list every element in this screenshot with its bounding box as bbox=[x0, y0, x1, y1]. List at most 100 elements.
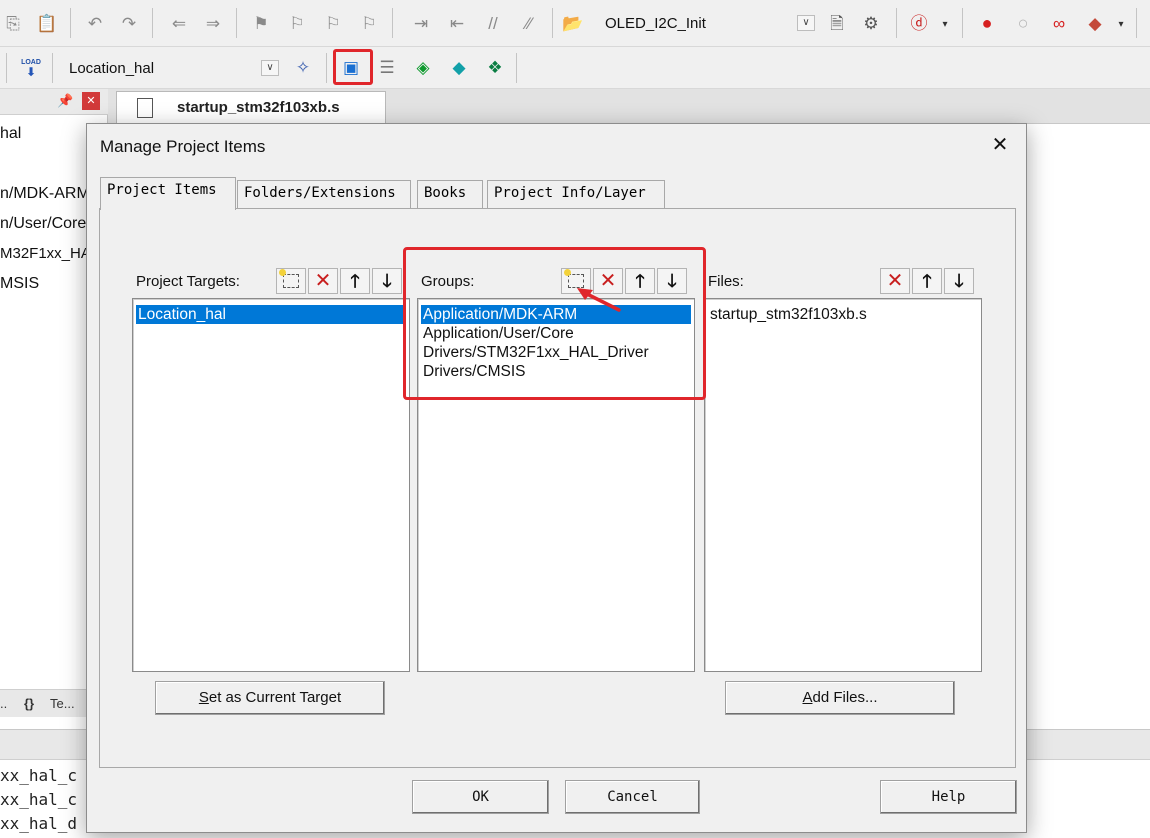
paste-icon[interactable]: 📋 bbox=[36, 12, 58, 34]
tree-item[interactable]: n/MDK-ARM bbox=[0, 185, 90, 203]
options-for-target-icon[interactable]: ✧ bbox=[292, 56, 314, 78]
toolbar-separator bbox=[326, 53, 327, 83]
set-as-current-target-button[interactable]: Set as Current Target bbox=[155, 681, 385, 715]
move-up-button[interactable]: 🡑 bbox=[912, 268, 942, 294]
chevron-down-icon[interactable]: ∨ bbox=[797, 15, 815, 31]
targets-header: Project Targets: ✕ 🡑 🡓 bbox=[132, 266, 410, 296]
targets-list[interactable]: Location_hal bbox=[132, 298, 410, 672]
help-button[interactable]: Help bbox=[880, 780, 1017, 814]
move-down-button[interactable]: 🡓 bbox=[372, 268, 402, 294]
toolbar-separator bbox=[152, 8, 153, 38]
tab-folders-extensions[interactable]: Folders/Extensions bbox=[237, 180, 411, 208]
component-wizard-icon[interactable]: ❖ bbox=[484, 56, 506, 78]
tree-item[interactable]: M32F1xx_HAL bbox=[0, 245, 99, 262]
files-label: Files: bbox=[708, 273, 744, 290]
toolbar-separator bbox=[6, 53, 7, 83]
target-combo[interactable]: Location_hal ∨ bbox=[60, 56, 282, 80]
main-toolbar: ⎘ 📋 ↶ ↷ ⇐ ⇒ ⚑ ⚐ ⚐ ⚐ ⇥ ⇤ // ⁄⁄ 📂 OLED_I2C… bbox=[0, 0, 1150, 47]
files-list[interactable]: startup_stm32f103xb.s bbox=[704, 298, 982, 672]
dropdown-arrow-icon[interactable]: ▾ bbox=[1110, 14, 1132, 36]
project-combo[interactable]: OLED_I2C_Init ∨ bbox=[596, 11, 818, 35]
delete-file-button[interactable]: ✕ bbox=[880, 268, 910, 294]
move-down-button[interactable]: 🡓 bbox=[944, 268, 974, 294]
toolbar-separator bbox=[70, 8, 71, 38]
comment-icon[interactable]: // bbox=[482, 12, 504, 34]
groups-header: Groups: ✕ 🡑 🡓 bbox=[417, 266, 695, 296]
download-icon[interactable]: LOAD ⬇ bbox=[18, 55, 44, 81]
button-label: dd Files... bbox=[812, 689, 878, 706]
delete-group-button[interactable]: ✕ bbox=[593, 268, 623, 294]
disable-breakpoint-icon[interactable]: ○ bbox=[1012, 12, 1034, 34]
accelerator-key: A bbox=[802, 689, 813, 706]
output-line: xx_hal_c bbox=[0, 766, 78, 785]
kill-breakpoints-icon[interactable]: ∞ bbox=[1048, 12, 1070, 34]
copy-icon[interactable]: ⎘ bbox=[2, 12, 24, 34]
tree-item[interactable]: hal bbox=[0, 125, 21, 143]
button-label: et as Current Target bbox=[208, 689, 342, 706]
move-up-button[interactable]: 🡑 bbox=[340, 268, 370, 294]
dropdown-arrow-icon[interactable]: ▾ bbox=[934, 14, 956, 36]
unindent-icon[interactable]: ⇤ bbox=[446, 12, 468, 34]
delete-target-button[interactable]: ✕ bbox=[308, 268, 338, 294]
tab-project-items[interactable]: Project Items bbox=[100, 177, 236, 210]
ok-button[interactable]: OK bbox=[412, 780, 549, 814]
navigate-forward-icon[interactable]: ⇒ bbox=[202, 12, 224, 34]
editor-tab[interactable]: startup_stm32f103xb.s bbox=[116, 91, 386, 124]
groups-label: Groups: bbox=[421, 273, 475, 290]
uncomment-icon[interactable]: ⁄⁄ bbox=[518, 12, 540, 34]
clear-bookmarks-icon[interactable]: ⚐ bbox=[358, 12, 380, 34]
bookmark-icon[interactable]: ⚑ bbox=[250, 12, 272, 34]
file-search-icon[interactable]: 🗎 bbox=[826, 12, 848, 34]
tree-item[interactable]: MSIS bbox=[0, 275, 39, 293]
chevron-down-icon[interactable]: ∨ bbox=[261, 60, 279, 76]
debug-session-icon[interactable]: ⓓ bbox=[908, 12, 930, 34]
move-down-button[interactable]: 🡓 bbox=[657, 268, 687, 294]
close-icon[interactable]: ✕ bbox=[82, 92, 100, 110]
tab-project-info-layer[interactable]: Project Info/Layer bbox=[487, 180, 665, 208]
list-item[interactable]: Application/User/Core bbox=[421, 324, 576, 343]
move-up-button[interactable]: 🡑 bbox=[625, 268, 655, 294]
target-combo-value: Location_hal bbox=[69, 60, 155, 77]
new-group-button[interactable] bbox=[561, 268, 591, 294]
groups-list[interactable]: Application/MDK-ARM Application/User/Cor… bbox=[417, 298, 695, 672]
toolbar-separator bbox=[392, 8, 393, 38]
output-line: xx_hal_d bbox=[0, 814, 78, 833]
editor-tab-label: startup_stm32f103xb.s bbox=[177, 99, 340, 116]
editor-tab-bar: startup_stm32f103xb.s bbox=[108, 89, 1150, 124]
functions-icon[interactable]: {} bbox=[24, 696, 34, 711]
find-in-files-icon[interactable]: 📂 bbox=[562, 12, 584, 34]
tab-books[interactable]: Books bbox=[417, 180, 483, 208]
cancel-button[interactable]: Cancel bbox=[565, 780, 700, 814]
panel-tab[interactable]: .. bbox=[0, 696, 7, 711]
undo-icon[interactable]: ↶ bbox=[84, 12, 106, 34]
indent-icon[interactable]: ⇥ bbox=[410, 12, 432, 34]
files-header: Files: ✕ 🡑 🡓 bbox=[704, 266, 982, 296]
add-files-button[interactable]: Add Files... bbox=[725, 681, 955, 715]
dialog-title: Manage Project Items bbox=[100, 137, 266, 156]
pack-installer-icon[interactable]: ◆ bbox=[448, 56, 470, 78]
configure-icon[interactable]: ⚙ bbox=[860, 12, 882, 34]
manage-rte-icon[interactable]: ◈ bbox=[412, 56, 434, 78]
list-item[interactable]: Drivers/CMSIS bbox=[421, 362, 527, 381]
list-item[interactable]: Application/MDK-ARM bbox=[421, 305, 691, 324]
breakpoint-icon[interactable]: ● bbox=[976, 12, 998, 34]
next-bookmark-icon[interactable]: ⚐ bbox=[322, 12, 344, 34]
close-icon[interactable]: ✕ bbox=[988, 134, 1012, 158]
redo-icon[interactable]: ↷ bbox=[118, 12, 140, 34]
prev-bookmark-icon[interactable]: ⚐ bbox=[286, 12, 308, 34]
list-item[interactable]: Drivers/STM32F1xx_HAL_Driver bbox=[421, 343, 651, 362]
pin-icon[interactable]: 📌 bbox=[57, 93, 73, 109]
build-toolbar: LOAD ⬇ Location_hal ∨ ✧ ▣ ☰ ◈ ◆ ❖ bbox=[0, 47, 1150, 89]
list-item[interactable]: Location_hal bbox=[136, 305, 406, 324]
project-combo-value: OLED_I2C_Init bbox=[605, 15, 706, 32]
new-target-button[interactable] bbox=[276, 268, 306, 294]
panel-tab-templates[interactable]: Te... bbox=[50, 696, 75, 711]
new-icon bbox=[564, 269, 584, 288]
navigate-back-icon[interactable]: ⇐ bbox=[168, 12, 190, 34]
breakpoint-options-icon[interactable]: ◆ bbox=[1084, 12, 1106, 34]
tree-item[interactable]: n/User/Core bbox=[0, 215, 86, 233]
select-packs-icon[interactable]: ☰ bbox=[376, 56, 398, 78]
toolbar-separator bbox=[516, 53, 517, 83]
output-line: xx_hal_c bbox=[0, 790, 78, 809]
list-item[interactable]: startup_stm32f103xb.s bbox=[708, 305, 869, 324]
